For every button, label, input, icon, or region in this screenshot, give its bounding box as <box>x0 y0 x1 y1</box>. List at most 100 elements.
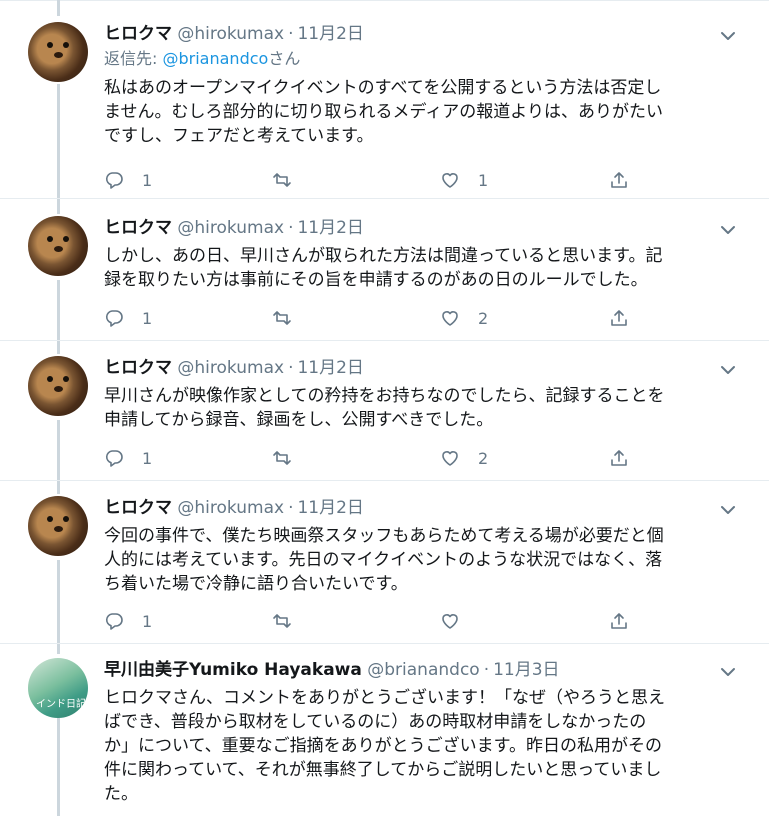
tweet-text: 今回の事件で、僕たち映画祭スタッフもあらためて考える場が必要だと個 人的には考え… <box>104 526 664 594</box>
tweet-header: ヒロクマ @hirokumax · 11月2日 <box>104 496 364 520</box>
retweet-button[interactable] <box>272 610 310 632</box>
tweet[interactable]: ヒロクマ @hirokumax · 11月2日 しかし、あの日、早川さんが取られた方… <box>0 216 769 340</box>
chevron-down-icon[interactable] <box>718 502 738 518</box>
tweet-header: ヒロクマ @hirokumax · 11月2日 <box>104 216 364 240</box>
separator: · <box>288 358 294 378</box>
share-button[interactable] <box>609 610 629 632</box>
avatar[interactable] <box>28 356 88 416</box>
share-button[interactable] <box>609 447 629 469</box>
share-icon <box>611 310 627 326</box>
retweet-icon <box>273 173 291 187</box>
reply-icon <box>105 613 123 630</box>
tweet[interactable]: ヒロクマ @hirokumax · 11月2日 早川さんが映像作家としての矜持をお持… <box>0 356 769 480</box>
like-button[interactable]: 2 <box>440 447 488 469</box>
tweet-thread: ヒロクマ @hirokumax · 11月2日 返信先: @brianandcoさん… <box>0 0 769 816</box>
tweet-date[interactable]: 11月2日 <box>297 24 363 44</box>
tweet-header: ヒロクマ @hirokumax · 11月2日 <box>104 22 364 46</box>
like-button[interactable]: 2 <box>440 307 488 329</box>
reply-to-label: 返信先: <box>104 49 158 68</box>
chevron-down-icon[interactable] <box>718 362 738 378</box>
user-name[interactable]: ヒロクマ <box>104 498 172 518</box>
reply-icon <box>105 172 123 189</box>
user-name[interactable]: ヒロクマ <box>104 218 172 238</box>
tweet-text: 私はあのオープンマイクイベントのすべてを公開するという方法は否定し ません。むし… <box>104 78 663 146</box>
chevron-down-icon[interactable] <box>718 222 738 238</box>
reply-button[interactable]: 1 <box>104 447 152 469</box>
like-button[interactable]: 1 <box>440 169 488 191</box>
reply-button[interactable]: 1 <box>104 169 152 191</box>
like-button[interactable] <box>440 610 478 632</box>
reply-count: 1 <box>142 170 153 190</box>
tweet-header: 早川由美子Yumiko Hayakawa @brianandco · 11月3日 <box>104 658 560 682</box>
top-border <box>0 0 769 9</box>
tweet-actions: 1 2 <box>104 307 644 329</box>
heart-icon <box>442 451 458 466</box>
avatar[interactable]: インド日記 <box>28 658 88 718</box>
tweet[interactable]: インド日記 早川由美子Yumiko Hayakawa @brianandco · 1… <box>0 658 769 816</box>
tweet-actions: 1 1 <box>104 169 644 191</box>
reply-to-suffix: さん <box>268 49 301 68</box>
like-count: 2 <box>478 308 489 328</box>
chevron-down-icon[interactable] <box>718 28 738 44</box>
tweet[interactable]: ヒロクマ @hirokumax · 11月2日 今回の事件で、僕たち映画祭スタッフも… <box>0 496 769 642</box>
like-count: 2 <box>478 448 489 468</box>
tweet-text: しかし、あの日、早川さんが取られた方法は間違っていると思います。記 録を取りたい… <box>104 246 663 290</box>
tweet-date[interactable]: 11月3日 <box>493 660 559 680</box>
separator: · <box>288 24 294 44</box>
share-icon <box>611 613 627 629</box>
retweet-icon <box>273 614 291 628</box>
reply-count: 1 <box>142 611 153 631</box>
avatar[interactable] <box>28 496 88 556</box>
user-handle[interactable]: @hirokumax <box>177 358 284 378</box>
thread-line <box>57 0 60 16</box>
retweet-button[interactable] <box>272 447 310 469</box>
tweet-divider <box>0 643 769 644</box>
share-icon <box>611 172 627 188</box>
reply-icon <box>105 450 123 467</box>
retweet-icon <box>273 451 291 465</box>
tweet-divider <box>0 480 769 481</box>
tweet-text: ヒロクマさん、コメントをありがとうございます！「なぜ（やろうと思え ばでき、普段… <box>104 688 665 804</box>
share-button[interactable] <box>609 169 629 191</box>
heart-icon <box>442 614 458 629</box>
retweet-button[interactable] <box>272 307 310 329</box>
tweet-divider <box>0 340 769 341</box>
avatar[interactable] <box>28 216 88 276</box>
chevron-down-icon[interactable] <box>718 664 738 680</box>
tweet-actions: 1 <box>104 610 644 632</box>
separator: · <box>288 218 294 238</box>
tweet-date[interactable]: 11月2日 <box>297 218 363 238</box>
separator: · <box>288 498 294 518</box>
tweet-date[interactable]: 11月2日 <box>297 358 363 378</box>
tweet-divider <box>0 198 769 199</box>
user-handle[interactable]: @brianandco <box>367 660 479 680</box>
retweet-button[interactable] <box>272 169 310 191</box>
heart-icon <box>442 311 458 326</box>
tweet-header: ヒロクマ @hirokumax · 11月2日 <box>104 356 364 380</box>
reply-count: 1 <box>142 308 153 328</box>
heart-icon <box>442 173 458 188</box>
reply-to-line: 返信先: @brianandcoさん <box>104 47 300 71</box>
user-name[interactable]: ヒロクマ <box>104 24 172 44</box>
reply-button[interactable]: 1 <box>104 307 152 329</box>
reply-icon <box>105 310 123 327</box>
reply-count: 1 <box>142 448 153 468</box>
share-icon <box>611 450 627 466</box>
tweet[interactable]: ヒロクマ @hirokumax · 11月2日 返信先: @brianandcoさん… <box>0 22 769 198</box>
separator: · <box>483 660 490 680</box>
user-handle[interactable]: @hirokumax <box>177 218 284 238</box>
user-handle[interactable]: @hirokumax <box>177 24 284 44</box>
retweet-icon <box>273 311 291 325</box>
reply-to-handle[interactable]: @brianandco <box>163 49 269 68</box>
share-button[interactable] <box>609 307 629 329</box>
avatar-text: インド日記 <box>36 699 86 710</box>
avatar[interactable] <box>28 22 88 82</box>
reply-button[interactable]: 1 <box>104 610 152 632</box>
tweet-actions: 1 2 <box>104 447 644 469</box>
tweet-date[interactable]: 11月2日 <box>297 498 363 518</box>
tweet-text: 早川さんが映像作家としての矜持をお持ちなのでしたら、記録することを 申請してから… <box>104 386 665 430</box>
user-handle[interactable]: @hirokumax <box>177 498 284 518</box>
like-count: 1 <box>478 170 489 190</box>
user-name[interactable]: 早川由美子Yumiko Hayakawa <box>104 660 362 680</box>
user-name[interactable]: ヒロクマ <box>104 358 172 378</box>
